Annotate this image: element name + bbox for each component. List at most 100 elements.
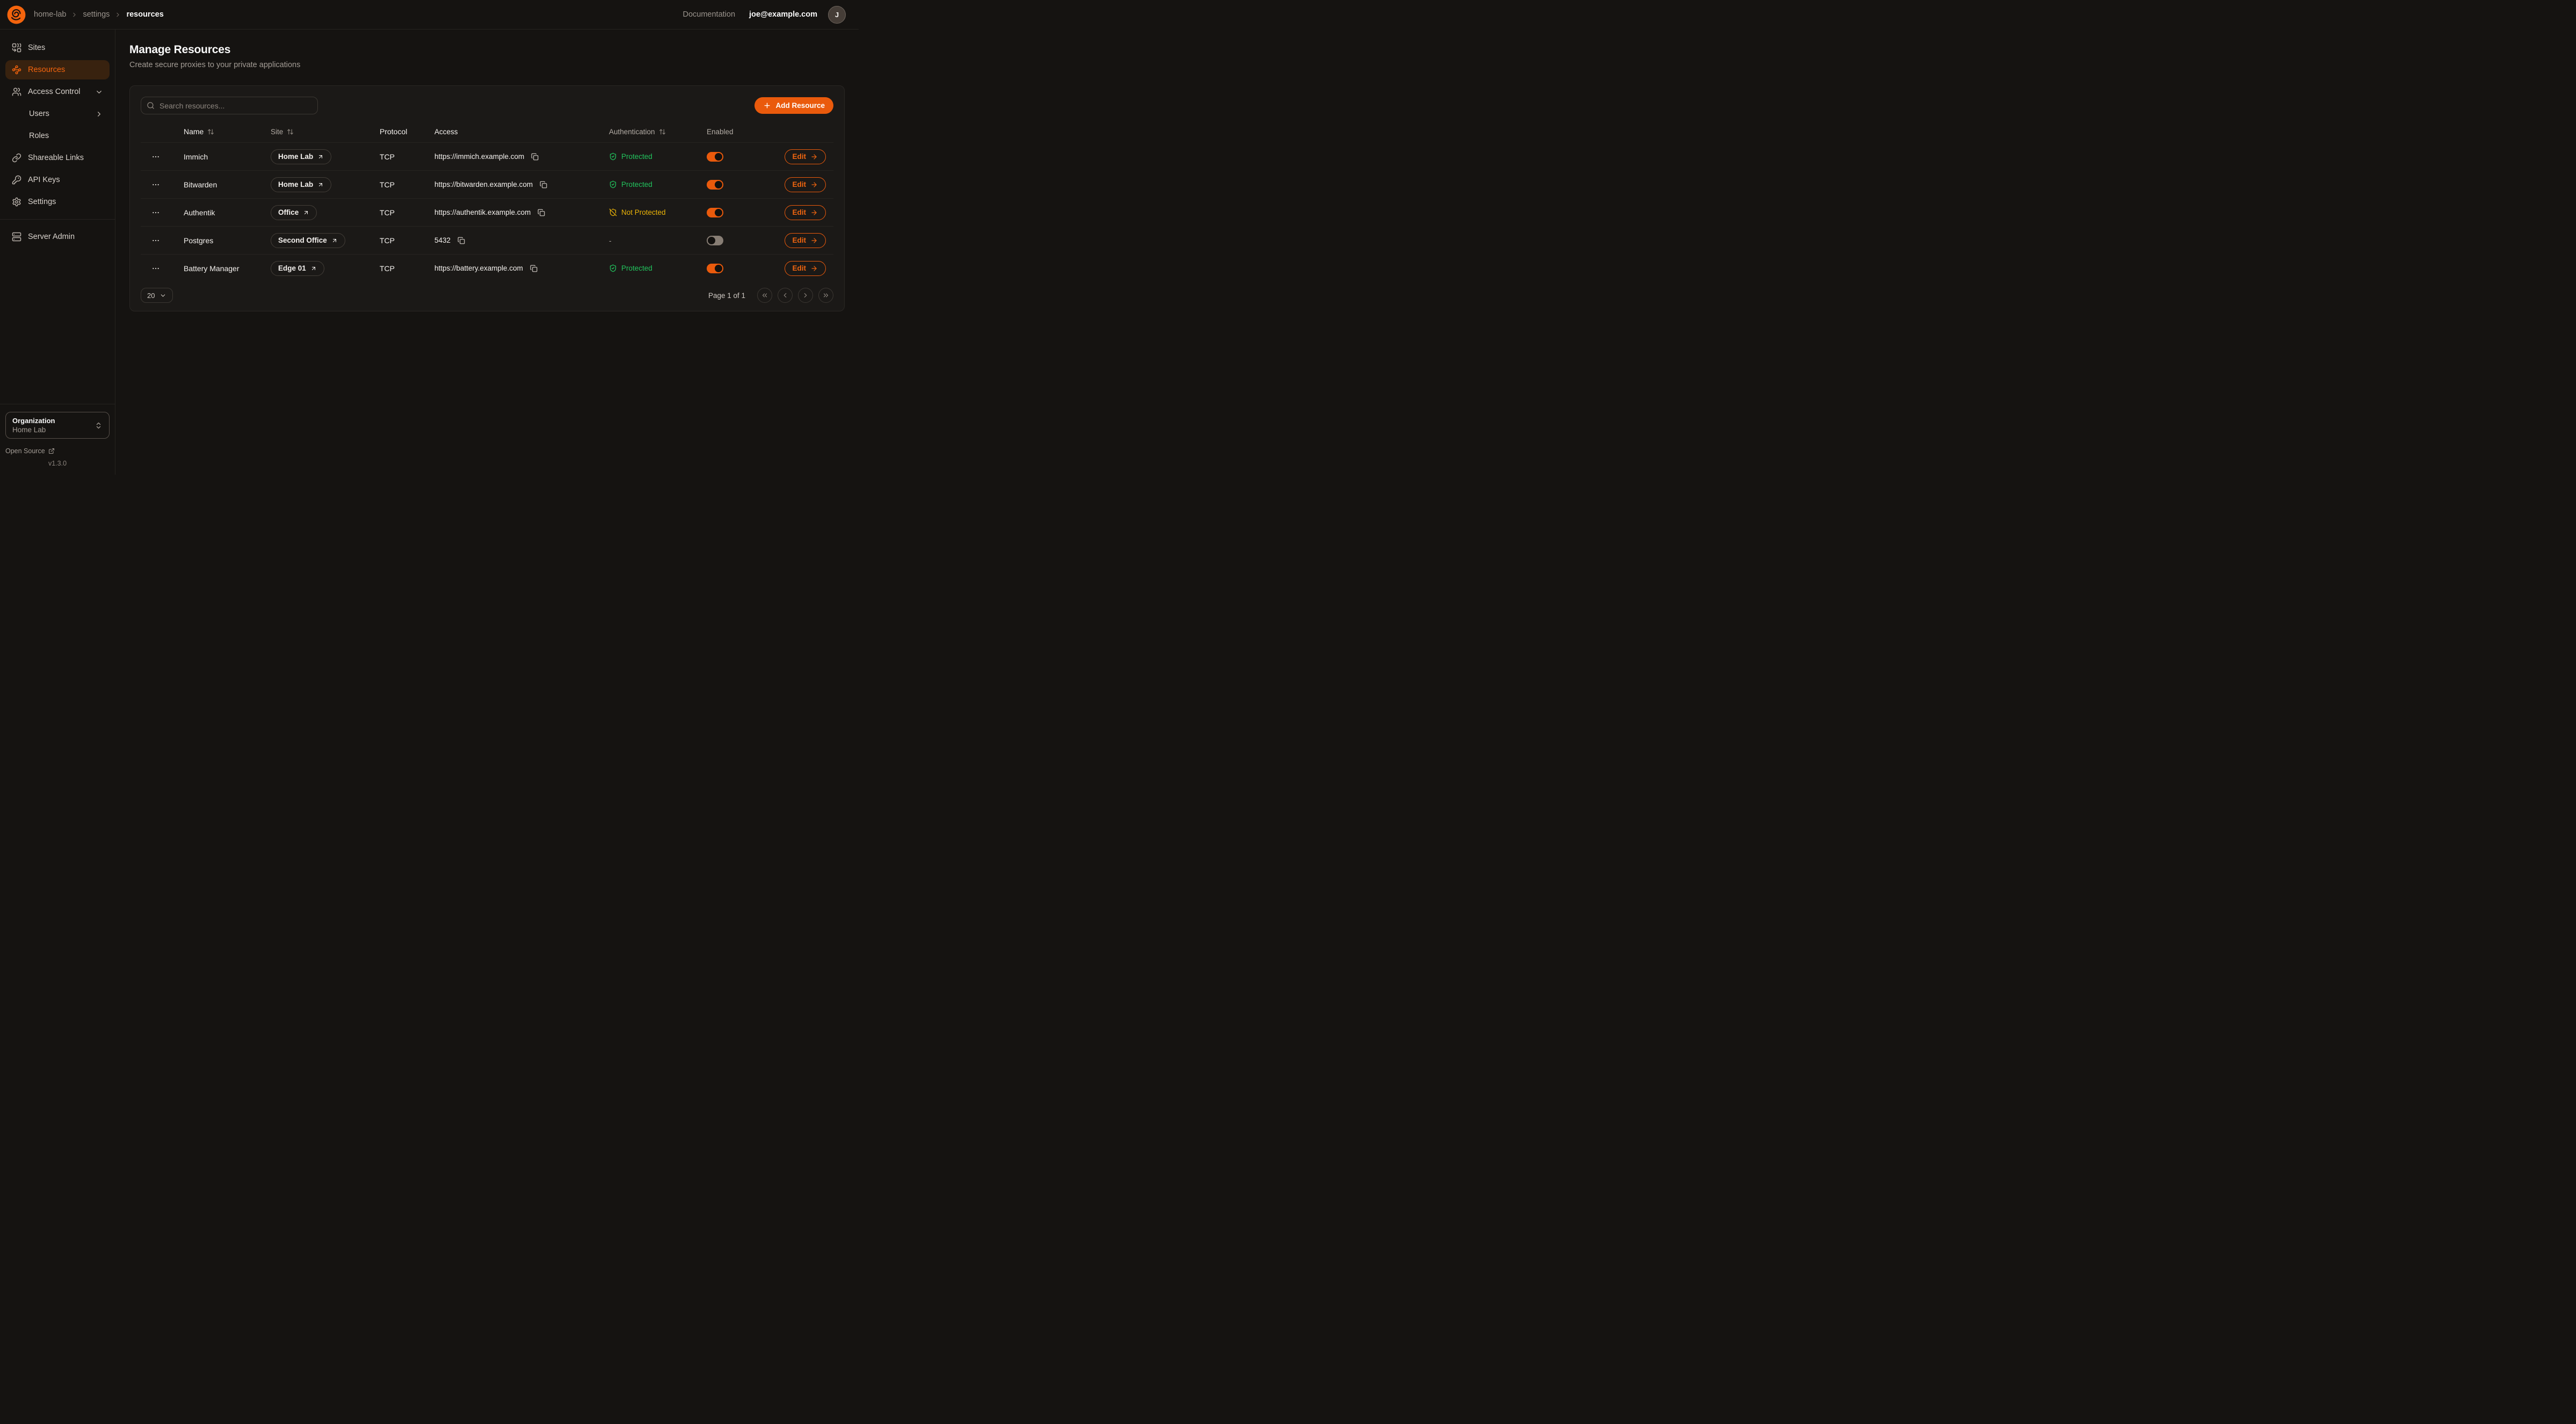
- main-content: Manage Resources Create secure proxies t…: [115, 30, 859, 475]
- site-link-button[interactable]: Edge 01: [271, 261, 324, 276]
- edit-button[interactable]: Edit: [785, 233, 826, 248]
- edit-button[interactable]: Edit: [785, 205, 826, 220]
- sidebar-item-shareable-links[interactable]: Shareable Links: [5, 148, 110, 168]
- table-row: Immich Home Lab TCP https://immich.examp…: [141, 142, 833, 170]
- arrow-right-icon: [810, 237, 818, 244]
- auth-status: Protected: [609, 152, 652, 161]
- pagination: 20 Page 1 of 1: [141, 288, 833, 303]
- app-logo-icon: [6, 5, 26, 25]
- copy-icon: [458, 237, 465, 244]
- prev-page-button[interactable]: [778, 288, 793, 303]
- sidebar-item-server-admin[interactable]: Server Admin: [5, 227, 110, 246]
- sidebar-item-settings[interactable]: Settings: [5, 192, 110, 212]
- sidebar-item-roles[interactable]: Roles: [5, 126, 110, 146]
- shield-check-icon: [609, 152, 617, 161]
- next-page-button[interactable]: [798, 288, 813, 303]
- row-menu-button[interactable]: [149, 234, 162, 247]
- ellipsis-icon: [151, 152, 160, 161]
- enabled-toggle[interactable]: [707, 264, 723, 273]
- breadcrumb-current: resources: [126, 10, 163, 19]
- resource-name: Postgres: [171, 236, 259, 245]
- first-page-button[interactable]: [757, 288, 772, 303]
- search-field: [141, 97, 318, 114]
- sidebar-item-api-keys[interactable]: API Keys: [5, 170, 110, 190]
- breadcrumb-settings[interactable]: settings: [83, 10, 110, 19]
- site-link-button[interactable]: Home Lab: [271, 177, 331, 192]
- chevrons-up-down-icon: [95, 422, 103, 430]
- resource-protocol: TCP: [366, 208, 421, 217]
- row-menu-button[interactable]: [149, 206, 162, 219]
- arrow-up-right-icon: [303, 209, 309, 216]
- user-avatar[interactable]: J: [828, 6, 846, 24]
- external-link-icon: [48, 448, 55, 454]
- arrow-up-right-icon: [317, 154, 324, 160]
- breadcrumb-org[interactable]: home-lab: [34, 10, 66, 19]
- arrow-right-icon: [810, 153, 818, 161]
- page-subtitle: Create secure proxies to your private ap…: [129, 61, 845, 69]
- copy-button[interactable]: [530, 152, 540, 162]
- add-resource-button[interactable]: Add Resource: [754, 97, 833, 114]
- enabled-toggle[interactable]: [707, 208, 723, 217]
- site-link-button[interactable]: Second Office: [271, 233, 345, 248]
- table-body: Immich Home Lab TCP https://immich.examp…: [141, 142, 833, 282]
- users-icon: [12, 87, 21, 97]
- chevron-left-icon: [781, 292, 789, 299]
- chevrons-right-icon: [822, 292, 830, 299]
- copy-icon: [531, 153, 539, 161]
- enabled-toggle[interactable]: [707, 152, 723, 162]
- copy-button[interactable]: [539, 180, 548, 190]
- row-menu-button[interactable]: [149, 178, 162, 191]
- copy-icon: [530, 265, 538, 272]
- arrow-up-right-icon: [331, 237, 338, 244]
- resource-protocol: TCP: [366, 180, 421, 189]
- site-link-button[interactable]: Home Lab: [271, 149, 331, 164]
- row-menu-button[interactable]: [149, 150, 162, 163]
- documentation-link[interactable]: Documentation: [683, 10, 736, 19]
- arrow-right-icon: [810, 265, 818, 272]
- ellipsis-icon: [151, 208, 160, 217]
- sidebar-item-sites[interactable]: Sites: [5, 38, 110, 57]
- search-input[interactable]: [141, 97, 318, 114]
- resource-protocol: TCP: [366, 264, 421, 273]
- resource-protocol: TCP: [366, 236, 421, 245]
- shield-check-icon: [609, 264, 617, 272]
- enabled-toggle[interactable]: [707, 180, 723, 190]
- sidebar-item-resources[interactable]: Resources: [5, 60, 110, 79]
- resource-name: Bitwarden: [171, 180, 259, 189]
- auth-status: Not Protected: [609, 208, 666, 216]
- site-link-button[interactable]: Office: [271, 205, 317, 220]
- column-header-authentication[interactable]: Authentication: [609, 128, 666, 136]
- sidebar-item-access-control[interactable]: Access Control: [5, 82, 110, 101]
- copy-button[interactable]: [456, 236, 466, 245]
- resource-protocol: TCP: [366, 152, 421, 161]
- shield-off-icon: [609, 208, 617, 216]
- breadcrumb: home-lab settings resources: [34, 10, 164, 19]
- edit-button[interactable]: Edit: [785, 149, 826, 164]
- shield-check-icon: [609, 180, 617, 188]
- gear-icon: [12, 197, 21, 207]
- copy-button[interactable]: [536, 208, 546, 217]
- org-switcher[interactable]: Organization Home Lab: [5, 412, 110, 439]
- column-header-name[interactable]: Name: [184, 127, 214, 136]
- open-source-link[interactable]: Open Source: [5, 447, 110, 455]
- copy-button[interactable]: [529, 264, 539, 273]
- copy-icon: [540, 181, 547, 188]
- enabled-toggle[interactable]: [707, 236, 723, 245]
- edit-button[interactable]: Edit: [785, 177, 826, 192]
- sidebar-item-users[interactable]: Users: [5, 104, 110, 123]
- resource-access: https://authentik.example.com: [434, 208, 531, 216]
- resource-name: Immich: [171, 152, 259, 161]
- page-size-select[interactable]: 20: [141, 288, 173, 303]
- sidebar-divider: [0, 219, 115, 220]
- column-header-site[interactable]: Site: [271, 128, 294, 136]
- key-icon: [12, 175, 21, 185]
- last-page-button[interactable]: [818, 288, 833, 303]
- chevrons-left-icon: [761, 292, 768, 299]
- resource-access: https://bitwarden.example.com: [434, 180, 533, 188]
- app-version: v1.3.0: [5, 460, 110, 467]
- page-indicator: Page 1 of 1: [708, 292, 745, 300]
- topbar: home-lab settings resources Documentatio…: [0, 0, 859, 30]
- row-menu-button[interactable]: [149, 262, 162, 275]
- edit-button[interactable]: Edit: [785, 261, 826, 276]
- user-email[interactable]: joe@example.com: [749, 10, 817, 19]
